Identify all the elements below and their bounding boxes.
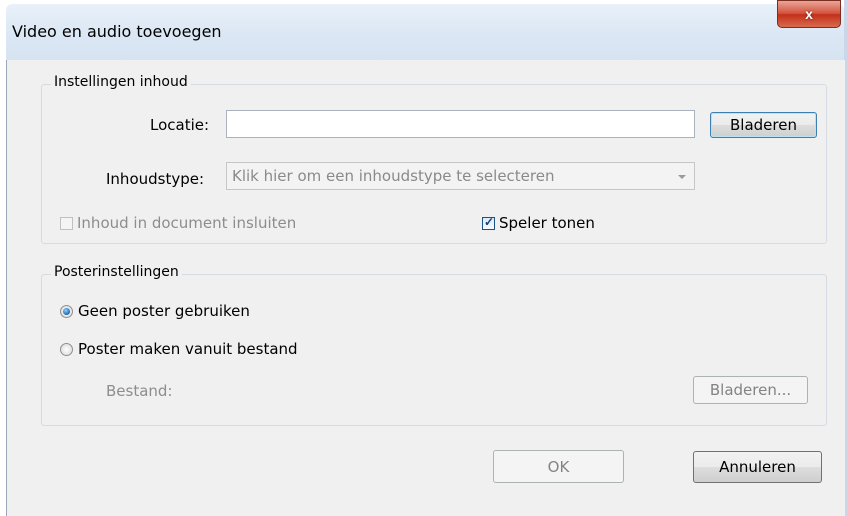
content-type-label: Inhoudstype: (106, 170, 205, 188)
content-type-select[interactable]: Klik hier om een inhoudstype te selecter… (226, 162, 695, 190)
location-browse-label: Bladeren (730, 116, 797, 134)
poster-settings-legend: Posterinstellingen (51, 264, 182, 280)
ok-button[interactable]: OK (493, 450, 624, 483)
chevron-down-icon (678, 175, 686, 179)
poster-browse-button[interactable]: Bladeren... (693, 376, 808, 404)
embed-content-label: Inhoud in document insluiten (77, 214, 297, 232)
content-type-placeholder: Klik hier om een inhoudstype te selecter… (232, 167, 555, 185)
poster-from-file-radio[interactable] (60, 343, 73, 356)
location-browse-button[interactable]: Bladeren (710, 112, 817, 138)
embed-content-checkbox[interactable] (60, 217, 73, 230)
close-icon: x (805, 6, 813, 22)
dialog-title: Video en audio toevoegen (12, 22, 222, 41)
poster-from-file-label: Poster maken vanuit bestand (78, 340, 298, 358)
add-video-audio-dialog: Video en audio toevoegen x Instellingen … (0, 0, 848, 516)
close-button[interactable]: x (777, 0, 841, 28)
location-label: Locatie: (150, 116, 210, 134)
title-bar[interactable]: Video en audio toevoegen (6, 4, 844, 60)
no-poster-radio[interactable] (60, 305, 73, 318)
cancel-label: Annuleren (719, 458, 796, 476)
ok-label: OK (547, 457, 570, 476)
show-player-checkbox[interactable]: ✓ (482, 215, 495, 230)
cancel-button[interactable]: Annuleren (693, 451, 822, 483)
poster-browse-label: Bladeren... (709, 381, 792, 399)
location-input[interactable] (226, 110, 695, 138)
content-settings-legend: Instellingen inhoud (51, 74, 191, 90)
checkmark-icon: ✓ (484, 215, 495, 229)
file-label: Bestand: (106, 382, 173, 400)
no-poster-label: Geen poster gebruiken (78, 302, 250, 320)
show-player-label: Speler tonen (499, 214, 595, 232)
dialog-client-area: Instellingen inhoud Locatie: Bladeren In… (6, 60, 845, 516)
